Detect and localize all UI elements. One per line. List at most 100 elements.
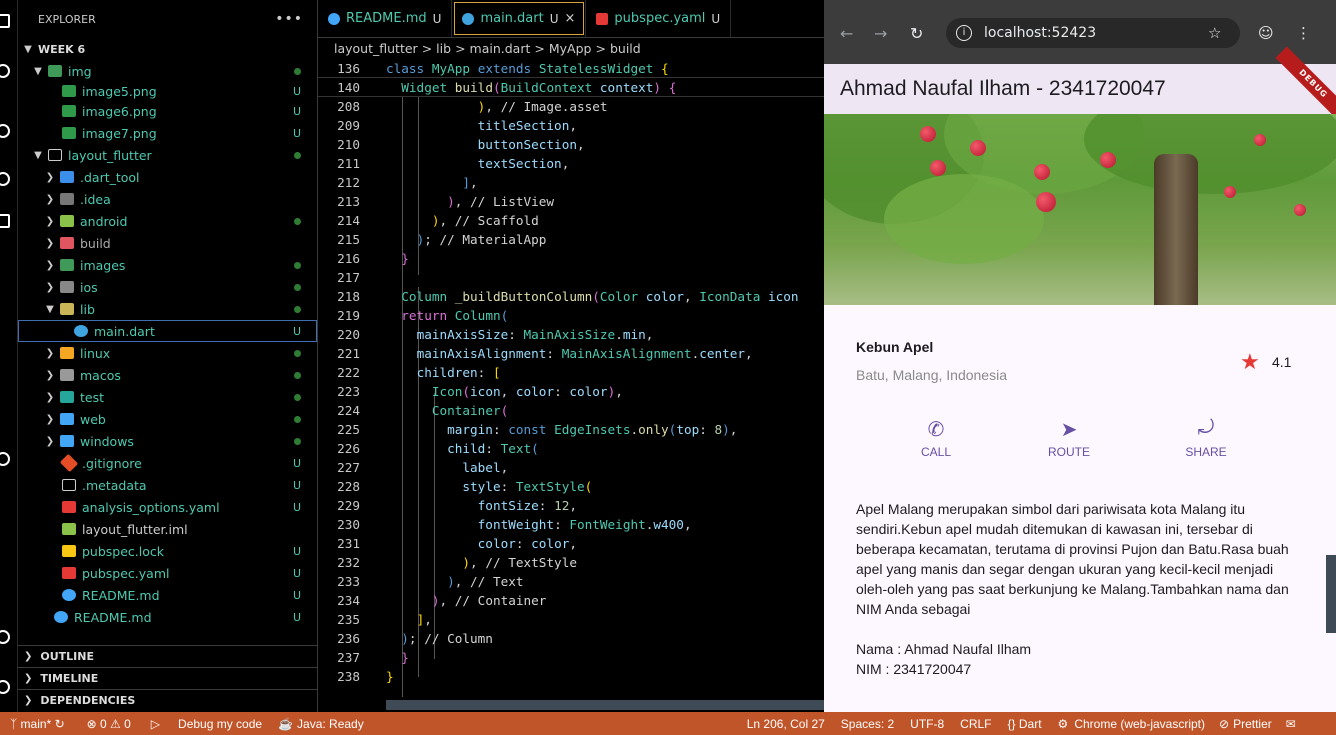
search-icon[interactable] [0,64,10,78]
breadcrumb-item[interactable]: MyApp [549,41,592,56]
cursor-position[interactable]: Ln 206, Col 27 [747,717,825,731]
bookmark-star-icon[interactable]: ☆ [1208,24,1221,42]
remote-icon[interactable] [0,452,10,466]
share-label: SHARE [1185,445,1227,459]
extensions-icon[interactable] [0,214,10,228]
tree-item-layout-flutter[interactable]: ▼ layout_flutter [18,144,317,166]
chevron-right-icon: ❯ [45,215,55,227]
profile-icon[interactable]: ☺ [1258,24,1274,42]
java-status[interactable]: Java: Ready [297,717,364,731]
branch-indicator[interactable]: ᛉ main* ↻ [10,717,65,731]
line-number: 219 [337,308,360,323]
dependencies-label: DEPENDENCIES [40,694,136,707]
horizontal-scrollbar[interactable] [386,700,824,710]
explorer-icon[interactable] [0,14,10,28]
language-mode[interactable]: {} Dart [1008,717,1042,731]
address-bar[interactable]: i localhost:52423 [946,18,1240,48]
tree-item-label: image5.png [82,83,157,99]
settings-gear-icon[interactable] [0,680,10,694]
tree-item-label: README.md [82,587,160,603]
indentation[interactable]: Spaces: 2 [841,717,894,731]
tree-item-analysis-options[interactable]: analysis_options.yaml U [18,496,317,518]
status-badge: U [292,610,301,624]
tree-item-readme-inner[interactable]: README.md U [18,584,317,606]
run-debug-icon[interactable] [0,172,10,186]
breadcrumb-separator: > [455,41,466,56]
line-number: 225 [337,422,360,437]
route-button[interactable]: ➤ ROUTE [1029,417,1109,459]
tree-item-metadata[interactable]: .metadata U [18,474,317,496]
tree-item-pubspec-yaml[interactable]: pubspec.yaml U [18,562,317,584]
tree-item-lib[interactable]: ▼ lib [18,298,317,320]
dependencies-section[interactable]: ❯ DEPENDENCIES [18,689,317,711]
breadcrumb-item[interactable]: lib [436,41,451,56]
tree-item-gitignore[interactable]: .gitignore U [18,452,317,474]
tree-item-image7[interactable]: image7.png U [18,122,317,144]
source-control-icon[interactable] [0,124,10,138]
tree-item-pubspec-lock[interactable]: pubspec.lock U [18,540,317,562]
outline-section[interactable]: ❯ OUTLINE [18,645,317,667]
timeline-section[interactable]: ❯ TIMELINE [18,667,317,689]
call-button[interactable]: ✆ CALL [896,417,976,459]
breadcrumb-item[interactable]: build [610,41,641,56]
tree-item-label: main.dart [94,323,155,339]
debug-config[interactable]: Debug my code [178,717,262,731]
prettier-status[interactable]: Prettier [1233,717,1272,731]
code-line: 218 Column _buildButtonColumn(Color colo… [318,287,824,306]
browser-window: ← → ↻ i localhost:52423 ☆ ☺ ⋮ Ahmad Nauf… [824,0,1336,712]
tree-item-dart-tool[interactable]: ❯ .dart_tool [18,166,317,188]
tree-item-linux[interactable]: ❯ linux [18,342,317,364]
problems-indicator[interactable]: ⊗ 0 ⚠ 0 [87,717,131,731]
reload-icon[interactable]: ↻ [910,24,923,43]
target-device[interactable]: Chrome (web-javascript) [1074,717,1205,731]
tree-item-test[interactable]: ❯ test [18,386,317,408]
tree-item-image5[interactable]: image5.png U [18,82,317,100]
back-arrow-icon[interactable]: ← [840,24,853,43]
tree-item-iml[interactable]: layout_flutter.iml [18,518,317,540]
tree-item-build[interactable]: ❯ build [18,232,317,254]
tab-readme[interactable]: README.md U [318,0,453,37]
tree-root[interactable]: ▼ WEEK 6 [18,38,317,60]
breadcrumb-item[interactable]: main.dart [470,41,531,56]
url-text: localhost:52423 [984,25,1097,41]
site-info-icon[interactable]: i [956,25,972,41]
line-number: 232 [337,555,360,570]
image-file-icon [62,85,76,97]
root-label: WEEK 6 [38,42,86,56]
vertical-scrollbar[interactable] [1326,555,1336,633]
breadcrumb-item[interactable]: layout_flutter [334,41,418,56]
tab-pubspec[interactable]: pubspec.yaml U [586,0,732,37]
timeline-label: TIMELINE [40,672,99,685]
tree-item-images[interactable]: ❯ images [18,254,317,276]
tree-item-main-dart[interactable]: main.dart U [18,320,317,342]
more-actions-icon[interactable]: ••• [275,11,303,27]
tree-item-macos[interactable]: ❯ macos [18,364,317,386]
line-number: 222 [337,365,360,380]
tree-item-img[interactable]: ▼ img [18,60,317,82]
notifications-icon[interactable]: ✉ [1286,717,1296,731]
code-area[interactable]: 136 class MyApp extends StatelessWidget {… [318,59,824,697]
folder-icon [60,171,74,183]
tree-item-web[interactable]: ❯ web [18,408,317,430]
status-dot [294,435,301,448]
branch-name: main* [20,716,52,731]
tree-item-windows[interactable]: ❯ windows [18,430,317,452]
line-number: 140 [337,80,360,95]
code-line: 213 ), // ListView [318,192,824,211]
share-button[interactable]: ⤾ SHARE [1166,417,1246,459]
tree-item-android[interactable]: ❯ android [18,210,317,232]
image-file-icon [62,127,76,139]
encoding[interactable]: UTF-8 [910,717,944,731]
tab-main-dart[interactable]: main.dart U × [452,0,587,37]
forward-arrow-icon[interactable]: → [874,24,887,43]
browser-menu-icon[interactable]: ⋮ [1296,24,1311,42]
chevron-right-icon: ❯ [45,347,55,359]
line-ending[interactable]: CRLF [960,717,991,731]
close-icon[interactable]: × [565,11,576,26]
account-icon[interactable] [0,630,10,644]
tree-item-label: .gitignore [82,455,142,471]
tree-item-image6[interactable]: image6.png U [18,100,317,122]
tree-item-readme-root[interactable]: README.md U [18,606,317,628]
tree-item-ios[interactable]: ❯ ios [18,276,317,298]
tree-item-idea[interactable]: ❯ .idea [18,188,317,210]
